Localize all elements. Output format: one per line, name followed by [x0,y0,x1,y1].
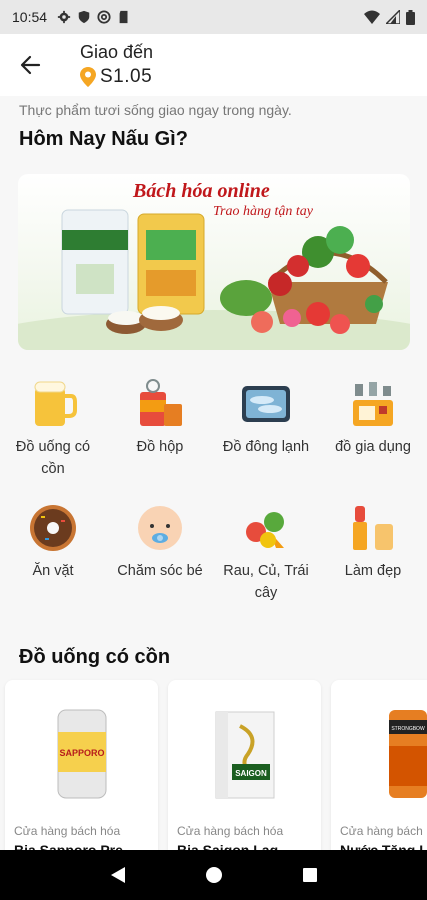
at-sign-icon [97,10,111,24]
back-button[interactable] [0,34,60,96]
product-card[interactable]: STRONGBOW Cửa hàng bách Nước Tăng Lực [331,680,427,850]
recents-square-icon[interactable] [302,867,318,883]
vegetables-icon [246,512,284,548]
section-title-alcohol: Đồ uống có cồn [19,646,171,668]
product-store: Cửa hàng bách [340,824,423,838]
status-bar: 10:54 [0,0,427,34]
shield-icon [78,10,90,24]
category-label: đồ gia dụng [335,439,411,455]
product-image: SAIGON [168,706,321,806]
promo-banner[interactable]: Bách hóa online Trao hàng tận tay [18,174,410,350]
section-title-today: Hôm Nay Nấu Gì? [19,128,188,150]
category-label: Chăm sóc bé [117,563,203,579]
map-pin-icon [80,67,96,87]
category-produce[interactable]: Rau, Củ, Trái cây [213,502,319,604]
product-store: Cửa hàng bách hóa [177,824,284,838]
product-image-label: STRONGBOW [391,726,425,732]
main-content[interactable]: Thực phẩm tươi sống giao ngay trong ngày… [0,96,427,850]
donut-icon [30,505,76,551]
product-image: SAPPORO [5,706,158,806]
category-label: Làm đẹp [344,563,402,579]
category-label: Đồ hộp [136,439,184,455]
category-baby-care[interactable]: Chăm sóc bé [107,502,213,582]
sd-card-icon [119,10,128,24]
product-image-label: SAPPORO [59,748,104,758]
battery-icon [406,9,415,25]
banner-title: Bách hóa online [133,180,270,202]
product-image: STRONGBOW [331,706,427,806]
category-alcohol[interactable]: Đồ uống có cồn [0,378,106,480]
category-label: Đồ uống có cồn [15,439,91,477]
location-row[interactable]: S1.05 [80,66,153,88]
wifi-icon [364,10,380,24]
location-value: S1.05 [100,66,153,87]
category-beauty[interactable]: Làm đẹp [320,502,426,582]
banner-subtitle: Trao hàng tận tay [213,204,313,219]
category-household[interactable]: đồ gia dụng [320,378,426,458]
product-card[interactable]: SAPPORO Cửa hàng bách hóa Bia Sapporo Pr… [5,680,158,850]
status-time: 10:54 [12,9,48,25]
product-name: Bia Sapporo Pre [14,842,123,850]
category-canned[interactable]: Đồ hộp [107,378,213,458]
canned-food-icon [140,379,182,426]
product-card[interactable]: SAIGON Cửa hàng bách hóa Bia Saigon Lag [168,680,321,850]
arrow-left-icon [20,55,41,75]
product-name: Nước Tăng Lực [340,842,427,850]
gear-icon [57,10,71,24]
beer-mug-icon [34,381,77,426]
product-image-label: SAIGON [235,769,267,778]
home-circle-icon[interactable] [205,866,223,884]
frozen-fish-icon [242,386,290,422]
category-label: Ăn vặt [32,563,74,579]
back-triangle-icon[interactable] [109,866,127,884]
product-carousel[interactable]: SAPPORO Cửa hàng bách hóa Bia Sapporo Pr… [5,680,427,850]
product-name: Bia Saigon Lag [177,842,279,850]
deliver-label: Giao đến [80,42,154,62]
lipstick-icon [353,506,393,550]
baby-face-icon [138,506,182,550]
system-nav-bar [0,850,427,900]
product-store: Cửa hàng bách hóa [14,824,121,838]
category-snacks[interactable]: Ăn vặt [0,502,106,582]
delivery-address[interactable]: Giao đến S1.05 [80,42,153,88]
household-appliance-icon [353,382,393,426]
app-header: Giao đến S1.05 [0,34,427,96]
category-label: Rau, Củ, Trái cây [223,563,309,601]
category-frozen[interactable]: Đồ đông lạnh [213,378,319,458]
category-label: Đồ đông lạnh [222,439,310,455]
page-subtitle: Thực phẩm tươi sống giao ngay trong ngày… [19,102,292,118]
signal-icon [386,10,400,24]
